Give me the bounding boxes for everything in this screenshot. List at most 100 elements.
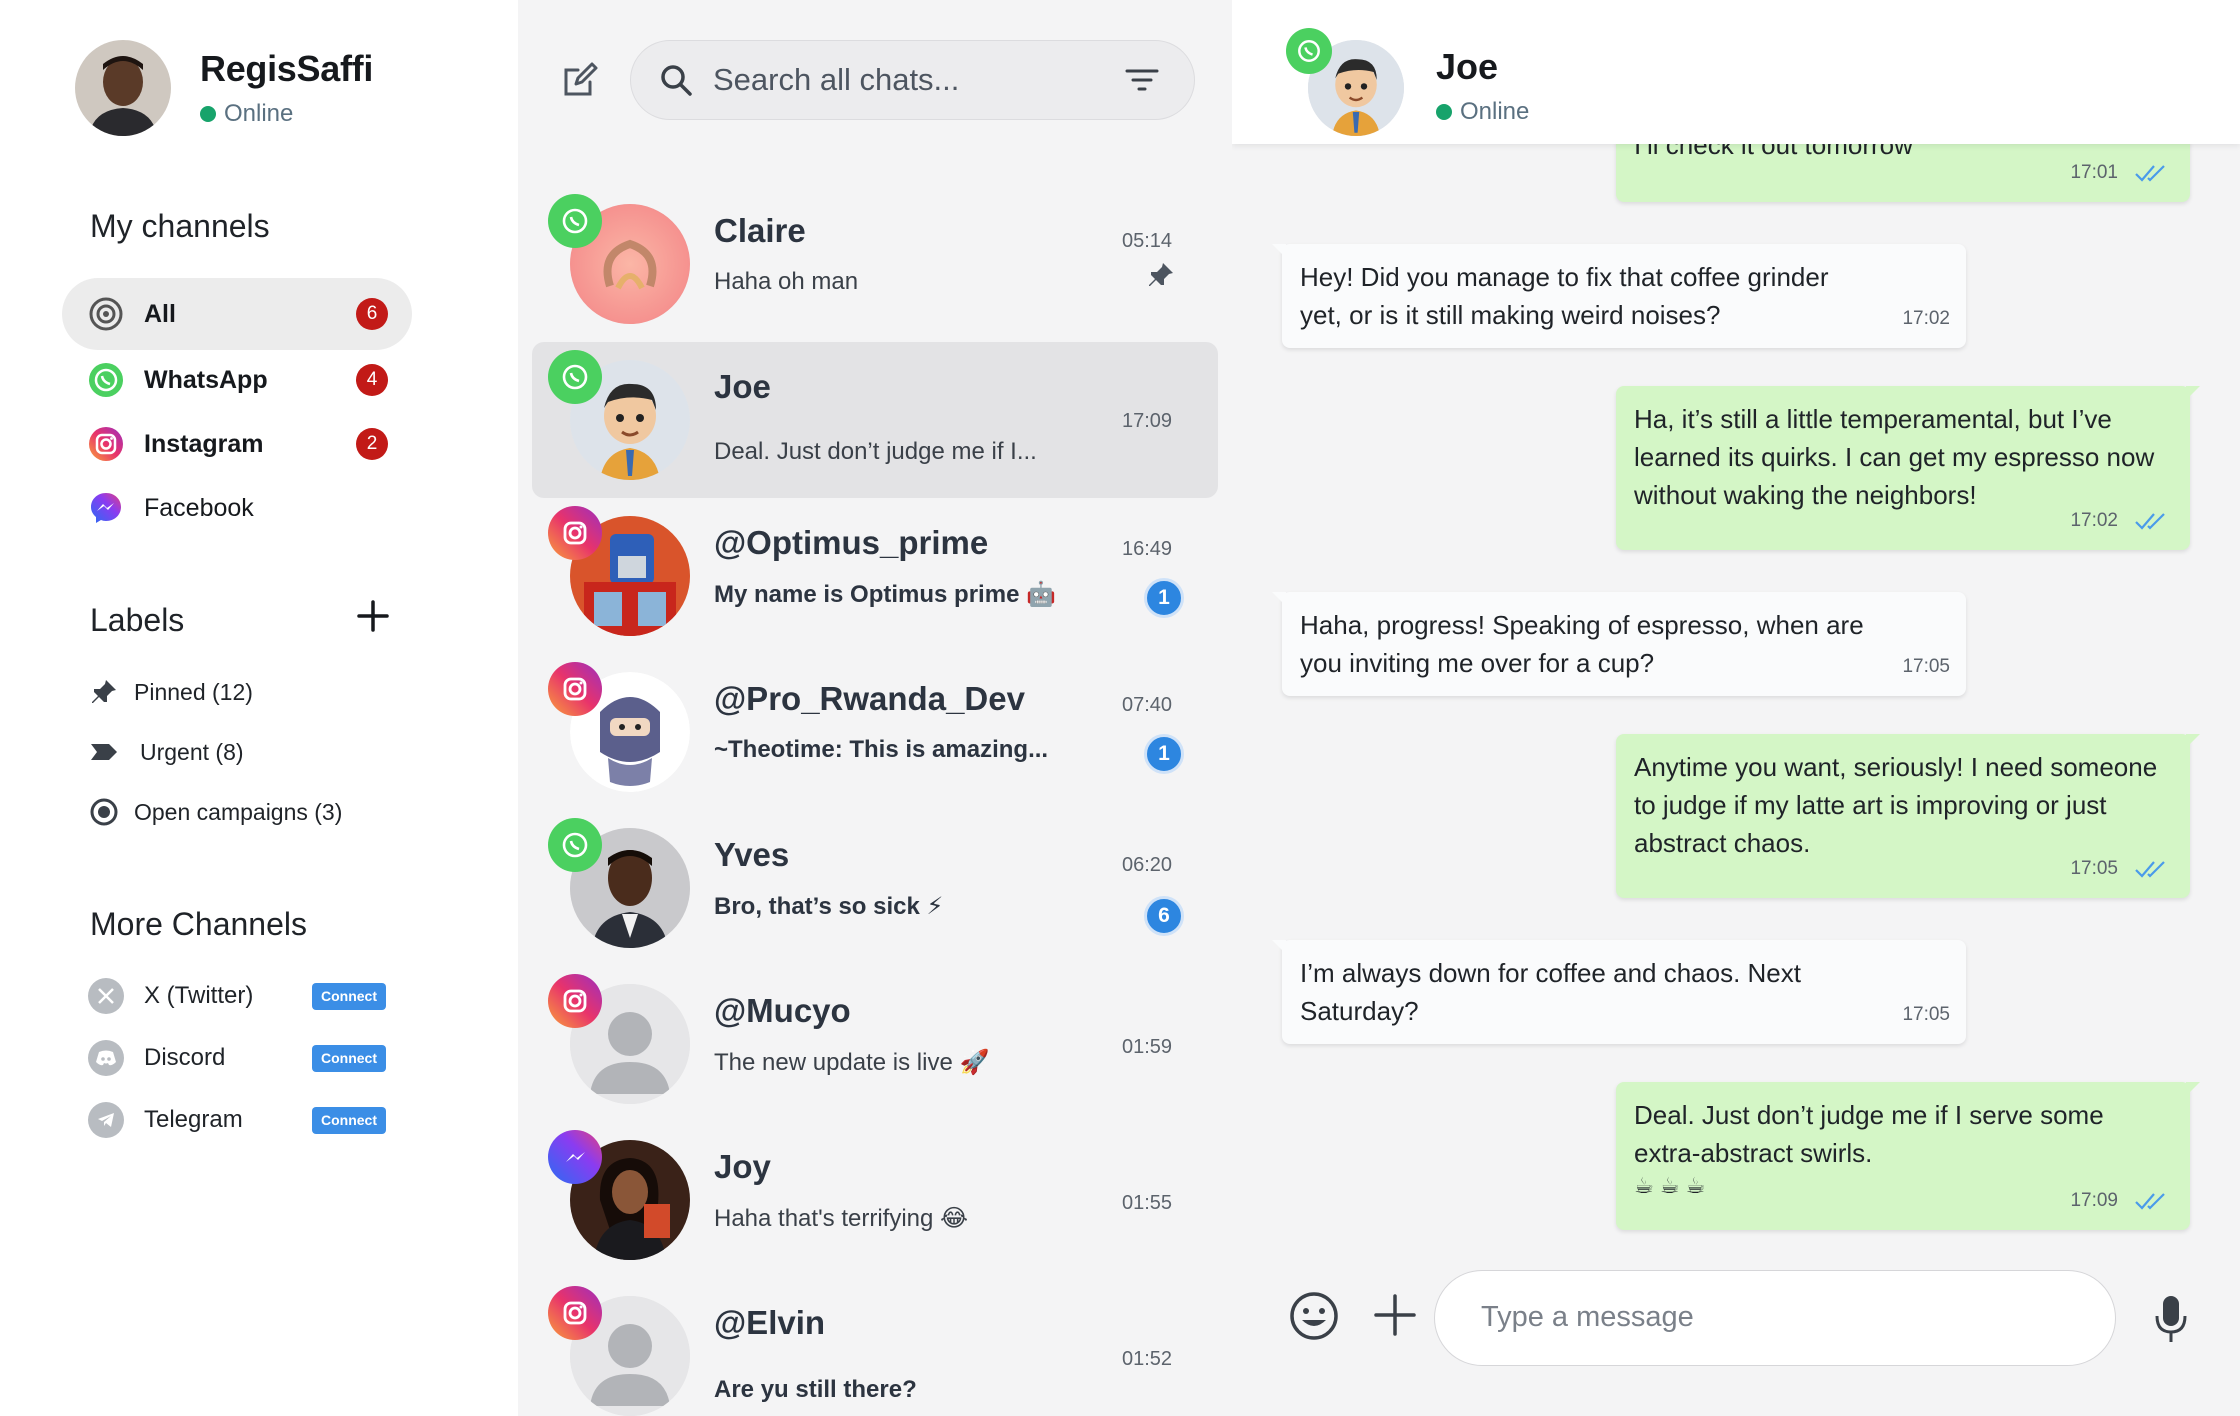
attach-plus-icon[interactable] [1372,1292,1418,1338]
message-text: Hey! Did you manage to fix that coffee g… [1300,262,1829,330]
unread-count-badge: 2 [356,428,388,460]
bubble-tail [2186,734,2200,748]
chat-name: @Elvin [714,1304,826,1341]
x-twitter-icon [88,978,124,1014]
chat-item-joy[interactable]: Joy Haha that's terrifying 😂 01:55 [532,1122,1218,1278]
message-meta: 17:05 [1902,996,1950,1034]
unread-count-badge: 4 [356,364,388,396]
unread-badge: 6 [1144,896,1184,936]
contact-name: Joe [1436,46,1499,87]
label-open-campaigns[interactable]: Open campaigns (3) [88,796,342,828]
connect-telegram-button[interactable]: Connect [312,1106,386,1134]
whatsapp-badge-icon [548,350,602,404]
compose-icon[interactable] [560,60,600,100]
chat-item-elvin[interactable]: @Elvin Are yu still there? 01:52 [532,1278,1218,1416]
filter-icon[interactable] [1124,65,1160,95]
more-channel-discord: Discord Connect [88,1038,388,1078]
message-outgoing: Deal. Just don’t judge me if I serve som… [1616,1082,2200,1230]
more-channels-title: More Channels [90,906,307,942]
unread-count-badge: 6 [356,298,388,330]
sidebar: RegisSaffi Online My channels All 6 What… [0,0,518,1416]
chat-list-panel: Search all chats... Claire Haha oh man 0… [518,0,1232,1416]
label-pinned[interactable]: Pinned (12) [88,676,253,708]
channel-label: Instagram [144,429,264,458]
read-ticks-icon [2135,513,2165,530]
chat-time: 06:20 [1122,854,1173,876]
online-dot [1436,104,1452,120]
channel-label: WhatsApp [144,365,268,394]
message-meta: 17:02 [2070,502,2168,540]
message-incoming: Haha, progress! Speaking of espresso, wh… [1272,592,1966,696]
all-channels-icon [88,296,124,332]
channel-instagram[interactable]: Instagram 2 [62,408,412,480]
message-time: 17:05 [2070,858,2118,879]
message-input-placeholder: Type a message [1481,1301,1694,1333]
chat-time: 16:49 [1122,538,1173,560]
message-text: Deal. Just don’t judge me if I serve som… [1634,1100,2104,1168]
chat-name: Claire [714,212,806,249]
chat-preview: Are yu still there? [714,1376,917,1403]
chat-item-claire[interactable]: Claire Haha oh man 05:14 [532,186,1218,342]
contact-status-label: Online [1460,98,1530,125]
connect-discord-button[interactable]: Connect [312,1044,386,1072]
instagram-badge-icon [548,974,602,1028]
search-icon [661,65,692,96]
message-incoming: I’m always down for coffee and chaos. Ne… [1272,940,1966,1044]
bubble-tail [2186,1082,2200,1096]
search-input[interactable]: Search all chats... [713,62,959,98]
channel-whatsapp[interactable]: WhatsApp 4 [62,344,412,416]
chat-item-optimus-prime[interactable]: @Optimus_prime My name is Optimus prime … [532,498,1218,654]
label-urgent[interactable]: Urgent (8) [88,736,244,768]
add-label-icon[interactable] [355,598,391,634]
whatsapp-badge-icon [1286,28,1332,74]
discord-icon [88,1040,124,1076]
chat-preview: Haha that's terrifying 😂 [714,1205,969,1232]
urgent-tag-icon [88,736,120,768]
message-meta: 17:01 [2070,154,2168,192]
chat-preview: My name is Optimus prime 🤖 [714,581,1056,608]
search-bar[interactable]: Search all chats... [630,40,1195,120]
chat-item-mucyo[interactable]: @Mucyo The new update is live 🚀 01:59 [532,966,1218,1122]
chat-time: 01:52 [1122,1348,1173,1370]
chat-name: Yves [714,836,790,873]
chat-time: 05:14 [1122,230,1173,252]
emoji-icon[interactable] [1288,1290,1340,1342]
label-text: Urgent (8) [140,738,244,765]
more-channel-x: X (Twitter) Connect [88,976,388,1016]
conversation-panel: Joe Online I’ll check it out tomorrow 17… [1232,0,2240,1416]
label-text: Pinned (12) [134,678,253,705]
message-text: Ha, it’s still a little temperamental, b… [1634,404,2155,510]
user-profile[interactable]: RegisSaffi Online [75,40,373,136]
message-meta: 17:09 [2070,1182,2168,1220]
pinned-icon [1149,263,1173,286]
message-meta: 17:02 [1902,300,1950,338]
chat-item-joe[interactable]: Joe Deal. Just don’t judge me if I... 17… [532,342,1218,498]
labels-title: Labels [90,602,185,638]
read-ticks-icon [2135,861,2165,878]
chat-item-pro-rwanda-dev[interactable]: @Pro_Rwanda_Dev ~Theotime: This is amazi… [532,654,1218,810]
message-composer: Type a message [1232,1246,2240,1376]
contact-status: Online [1436,98,1529,126]
chat-time: 07:40 [1122,694,1173,716]
telegram-icon [88,1102,124,1138]
message-text: I’m always down for coffee and chaos. Ne… [1300,958,1801,1026]
user-status-label: Online [224,100,294,127]
connect-x-button[interactable]: Connect [312,982,386,1010]
user-avatar[interactable] [75,40,171,136]
message-input[interactable]: Type a message [1434,1270,2116,1366]
chat-preview: The new update is live 🚀 [714,1049,990,1076]
read-ticks-icon [2135,1193,2165,1210]
microphone-icon[interactable] [2154,1294,2188,1344]
message-time: 17:01 [2070,162,2118,183]
label-text: Open campaigns (3) [134,798,343,825]
my-channels-title: My channels [90,208,270,244]
chat-item-yves[interactable]: Yves Bro, that’s so sick ⚡ 06:20 6 [532,810,1218,966]
messenger-icon [88,490,124,526]
message-text: Anytime you want, seriously! I need some… [1634,752,2158,858]
message-time: 17:02 [1902,308,1950,329]
channel-facebook[interactable]: Facebook [62,472,412,544]
channel-all[interactable]: All 6 [62,278,412,350]
user-status: Online [200,100,373,128]
bubble-tail [2186,386,2200,400]
chat-preview: ~Theotime: This is amazing... [714,736,1049,763]
